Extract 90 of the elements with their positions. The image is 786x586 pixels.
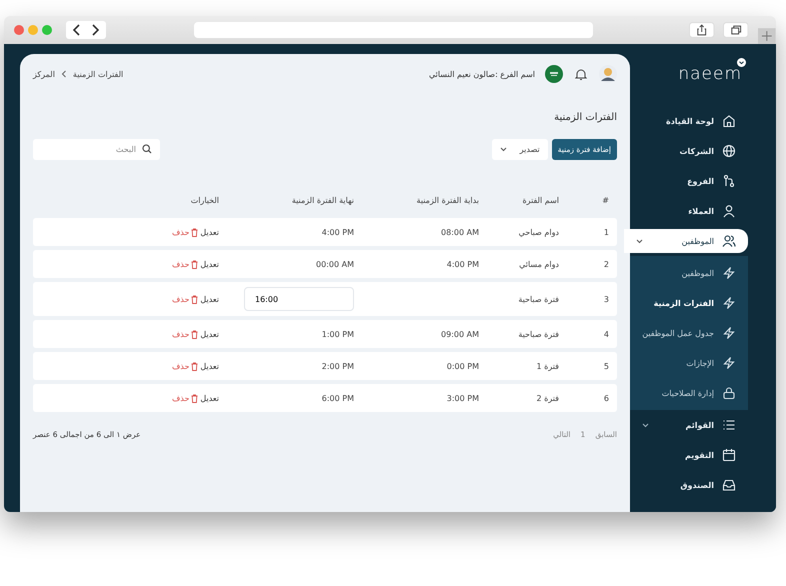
logo: naeem xyxy=(678,64,742,84)
column-header: بداية الفترة الزمنية xyxy=(416,196,480,204)
bolt-icon xyxy=(722,296,736,310)
row-number: 3 xyxy=(604,294,609,304)
time-input-field[interactable]: 16:00 xyxy=(244,287,354,311)
caret-icon[interactable] xyxy=(737,58,746,67)
notification-bell-icon[interactable] xyxy=(575,68,587,80)
table-cell: 08:00 AM xyxy=(441,228,479,236)
caret-icon xyxy=(500,147,507,152)
bolt-icon xyxy=(722,266,736,280)
sidebar-item[interactable]: التقويم xyxy=(630,440,748,470)
edit-link[interactable]: تعديل xyxy=(200,228,219,236)
table-cell: فترة 2 xyxy=(536,394,559,402)
sidebar-item[interactable]: الفروع xyxy=(630,166,748,196)
submenu-item[interactable]: الموظفين xyxy=(630,258,748,288)
column-header: # xyxy=(601,196,610,204)
edit-link[interactable]: تعديل xyxy=(200,260,219,268)
delete-button[interactable]: حذف xyxy=(172,362,198,370)
row-number: 4 xyxy=(604,330,609,338)
row-number: 6 xyxy=(604,394,609,402)
home-icon xyxy=(722,114,736,128)
table-cell: 4:00 PM xyxy=(322,228,354,236)
sidebar-item[interactable]: الموظفين xyxy=(624,229,748,253)
table-cell: 0:00 PM xyxy=(446,362,479,370)
tabs-icon[interactable] xyxy=(722,22,748,38)
column-header: الخيارات xyxy=(190,196,220,204)
new-tab-icon[interactable] xyxy=(758,28,776,44)
branch-icon xyxy=(722,174,736,188)
edit-link[interactable]: تعديل xyxy=(200,362,219,370)
page-title: الفترات الزمنية xyxy=(553,112,617,123)
avatar-icon[interactable] xyxy=(599,65,617,83)
search-icon xyxy=(142,144,152,154)
table-cell: فترة 1 xyxy=(536,362,559,370)
sidebar-item[interactable]: القوائم xyxy=(630,410,748,440)
trash-icon xyxy=(191,260,198,268)
edit-link[interactable]: تعديل xyxy=(200,394,219,402)
trash-icon xyxy=(191,294,198,304)
submenu-item[interactable]: إدارة الصلاحيات xyxy=(630,378,748,408)
delete-button[interactable]: حذف xyxy=(172,330,198,338)
user-icon xyxy=(722,204,736,218)
table-cell: 3:00 PM xyxy=(446,394,479,402)
search-field[interactable]: البحث xyxy=(33,139,160,160)
row-number: 5 xyxy=(604,362,609,370)
submenu-item[interactable]: الفترات الزمنية xyxy=(630,288,748,318)
table-cell: 6:00 PM xyxy=(322,394,354,402)
export-dropdown[interactable]: تصدير xyxy=(492,139,548,160)
sidebar-item[interactable]: الشركات xyxy=(630,136,748,166)
list-icon xyxy=(722,418,736,432)
edit-link[interactable]: تعديل xyxy=(200,294,219,304)
calendar-icon xyxy=(722,448,736,462)
table-cell: 00:00 AM xyxy=(316,260,354,268)
breadcrumb-link[interactable]: الفترات الزمنية xyxy=(72,70,124,78)
sidebar-item[interactable]: لوحة القيادة xyxy=(630,106,748,136)
table-cell: دوام صباحي xyxy=(518,228,559,236)
column-header: اسم الفترة xyxy=(521,196,560,204)
delete-button[interactable]: حذف xyxy=(172,228,198,236)
row-number: 2 xyxy=(604,260,609,268)
table-cell: دوام مسائي xyxy=(519,260,559,268)
delete-button[interactable]: حذف xyxy=(172,394,198,402)
lock-icon xyxy=(722,386,736,400)
trash-icon xyxy=(191,228,198,236)
flag-icon[interactable] xyxy=(545,65,563,83)
trash-icon xyxy=(191,362,198,370)
trash-icon xyxy=(191,394,198,402)
close-window-button[interactable] xyxy=(14,25,24,35)
branch-name: اسم الفرع :صالون نعيم النسائي xyxy=(428,70,535,78)
table-cell: فترة صباحية xyxy=(518,294,559,304)
delete-button[interactable]: حذف xyxy=(172,294,198,304)
edit-link[interactable]: تعديل xyxy=(200,330,219,338)
sidebar-item[interactable]: العملاء xyxy=(630,196,748,226)
table-cell: 1:00 PM xyxy=(322,330,354,338)
breadcrumb-link[interactable]: المركز xyxy=(33,70,55,78)
table-cell: فترة صباحية xyxy=(518,330,559,338)
table-cell: 4:00 PM xyxy=(446,260,479,268)
chevron-icon xyxy=(60,70,67,78)
trash-icon xyxy=(191,330,198,338)
submenu-item[interactable]: الإجازات xyxy=(630,348,748,378)
bolt-icon xyxy=(722,326,736,340)
inbox-icon xyxy=(722,478,736,492)
globe-icon xyxy=(722,144,736,158)
bolt-icon xyxy=(722,356,736,370)
users-icon xyxy=(722,234,736,248)
table-cell: 2:00 PM xyxy=(322,362,354,370)
row-number: 1 xyxy=(604,228,609,236)
delete-button[interactable]: حذف xyxy=(172,260,198,268)
column-header: نهاية الفترة الزمنية xyxy=(290,196,355,204)
share-icon[interactable] xyxy=(689,22,715,38)
submenu-item[interactable]: جدول عمل الموظفين xyxy=(630,318,748,348)
table-cell: 09:00 AM xyxy=(441,330,479,338)
sidebar-item[interactable]: الصندوق xyxy=(630,470,748,500)
